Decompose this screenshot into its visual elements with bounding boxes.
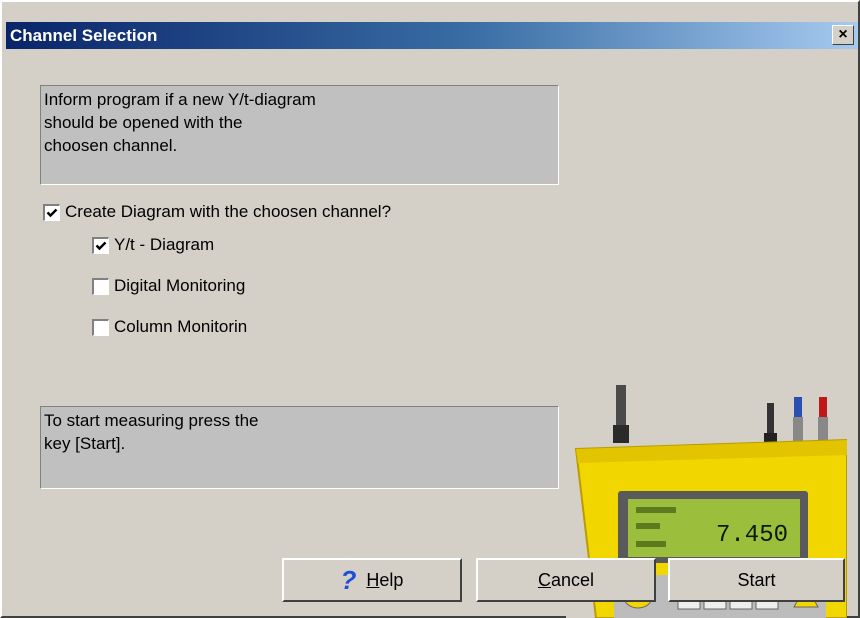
create-diagram-checkbox-row[interactable]: Create Diagram with the choosen channel? xyxy=(43,201,391,223)
create-diagram-label: Create Diagram with the choosen channel? xyxy=(65,202,392,221)
window-title: Channel Selection xyxy=(10,26,158,45)
title-bar[interactable]: Channel Selection × xyxy=(6,22,858,49)
checkmark-icon xyxy=(46,208,58,217)
option-column-monitoring-row[interactable]: Column Monitorin xyxy=(92,316,247,338)
yt-diagram-label: Y/t - Diagram xyxy=(114,235,215,254)
option-yt-diagram-row[interactable]: Y/t - Diagram xyxy=(92,234,214,256)
info-text-top: Inform program if a new Y/t-diagram shou… xyxy=(40,85,559,185)
info-text-bottom: To start measuring press the key [Start]… xyxy=(40,406,559,489)
device-readout: 7.450 xyxy=(716,522,788,549)
yt-diagram-checkbox[interactable] xyxy=(92,236,109,254)
option-digital-monitoring-row[interactable]: Digital Monitoring xyxy=(92,275,245,297)
dialog-window: Channel Selection × Inform program if a … xyxy=(0,0,860,618)
checkmark-icon xyxy=(95,241,107,250)
digital-monitoring-checkbox[interactable] xyxy=(92,277,109,295)
create-diagram-checkbox[interactable] xyxy=(43,203,60,221)
start-button-label: Start xyxy=(737,569,776,590)
digital-monitoring-label: Digital Monitoring xyxy=(114,276,246,295)
question-mark-icon: ? xyxy=(340,565,357,595)
column-monitoring-checkbox[interactable] xyxy=(92,318,109,336)
close-icon: × xyxy=(838,26,848,43)
cancel-button[interactable]: Cancel xyxy=(476,558,656,602)
close-button[interactable]: × xyxy=(832,25,854,45)
help-button[interactable]: ? Help xyxy=(282,558,462,602)
start-button[interactable]: Start xyxy=(668,558,845,602)
column-monitoring-label: Column Monitorin xyxy=(114,317,248,336)
cancel-button-label: Cancel xyxy=(537,569,595,590)
help-button-label: Help xyxy=(366,569,404,590)
